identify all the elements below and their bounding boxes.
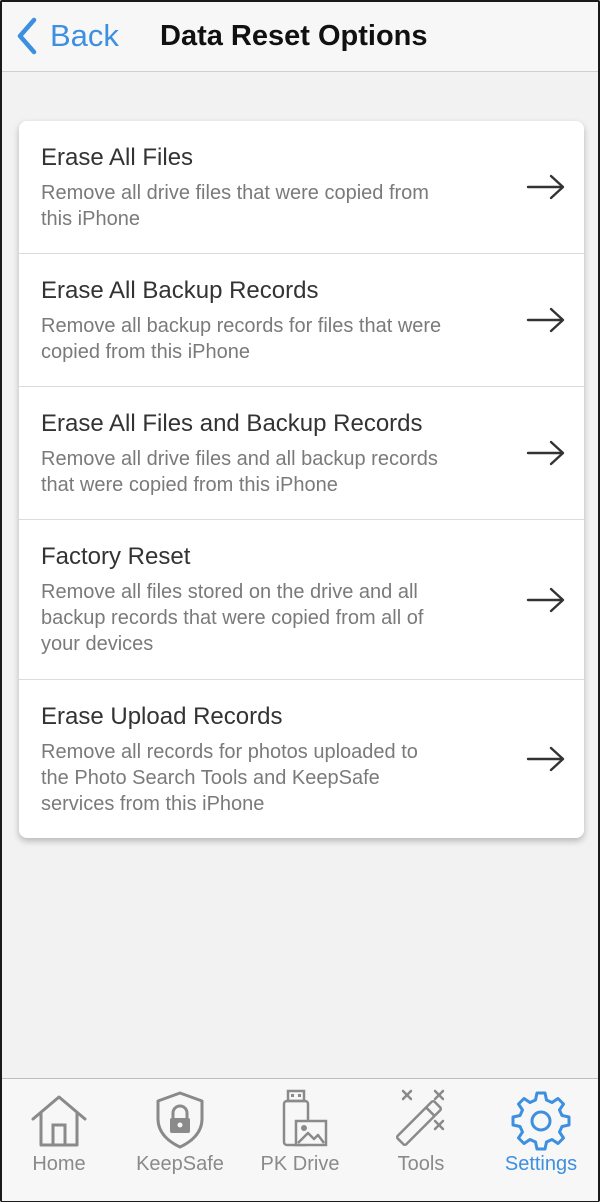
- option-description-line: backup records that were copied from all…: [41, 607, 424, 629]
- tab-tools[interactable]: Tools: [361, 1079, 481, 1201]
- back-button[interactable]: Back: [14, 16, 119, 56]
- tab-pk-drive[interactable]: PK Drive: [240, 1079, 360, 1201]
- tab-label: PK Drive: [260, 1153, 340, 1175]
- tab-label: KeepSafe: [136, 1153, 224, 1175]
- reset-options-list: Erase All Files Remove all drive files t…: [19, 121, 584, 838]
- option-description-line: the Photo Search Tools and KeepSafe: [41, 767, 380, 789]
- option-title: Erase All Files and Backup Records: [41, 410, 423, 437]
- arrow-right-icon: [526, 587, 565, 612]
- option-description: Remove all records for photos uploaded t…: [41, 739, 494, 817]
- home-icon: [31, 1095, 87, 1147]
- tab-label: Tools: [397, 1153, 445, 1175]
- tab-home[interactable]: Home: [0, 1079, 119, 1201]
- option-title: Factory Reset: [41, 543, 191, 570]
- option-description-line: Remove all drive files that were copied …: [41, 182, 429, 204]
- option-erase-all-files[interactable]: Erase All Files Remove all drive files t…: [19, 121, 584, 254]
- option-description: Remove all drive files that were copied …: [41, 180, 494, 232]
- gear-icon: [511, 1091, 571, 1151]
- back-label: Back: [50, 18, 119, 53]
- tab-label: Settings: [504, 1153, 578, 1175]
- navigation-bar: Back Data Reset Options: [2, 2, 598, 72]
- option-description-line: services from this iPhone: [41, 793, 265, 815]
- option-description-line: copied from this iPhone: [41, 341, 251, 363]
- arrow-right-icon: [526, 307, 565, 333]
- arrow-right-icon: [526, 174, 565, 200]
- option-description: Remove all files stored on the drive and…: [41, 579, 494, 657]
- option-description: Remove all backup records for files that…: [41, 313, 494, 365]
- option-erase-all-backup-records[interactable]: Erase All Backup Records Remove all back…: [19, 254, 584, 387]
- page-title: Data Reset Options: [160, 20, 428, 52]
- option-title: Erase All Backup Records: [41, 277, 319, 304]
- drive-photo-icon: [282, 1089, 328, 1147]
- option-erase-files-and-backup-records[interactable]: Erase All Files and Backup Records Remov…: [19, 387, 584, 520]
- option-erase-upload-records[interactable]: Erase Upload Records Remove all records …: [19, 680, 584, 838]
- magic-wand-icon: [395, 1089, 445, 1147]
- option-description-line: Remove all files stored on the drive and…: [41, 581, 418, 603]
- option-title: Erase Upload Records: [41, 703, 283, 730]
- option-description-line: this iPhone: [41, 208, 140, 230]
- option-description-line: Remove all backup records for files that…: [41, 315, 442, 337]
- option-description-line: Remove all drive files and all backup re…: [41, 448, 438, 470]
- tab-keepsafe[interactable]: KeepSafe: [120, 1079, 240, 1201]
- tab-label: Home: [32, 1153, 86, 1175]
- option-description-line: Remove all records for photos uploaded t…: [41, 741, 418, 763]
- shield-lock-icon: [156, 1091, 204, 1149]
- app-frame: Back Data Reset Options Erase All Files …: [0, 0, 600, 1202]
- option-title: Erase All Files: [41, 144, 194, 171]
- option-description-line: your devices: [41, 633, 154, 655]
- arrow-right-icon: [526, 746, 565, 772]
- tab-settings[interactable]: Settings: [481, 1079, 600, 1201]
- option-description: Remove all drive files and all backup re…: [41, 446, 494, 498]
- option-description-line: that were copied from this iPhone: [41, 474, 338, 496]
- chevron-left-icon: [17, 17, 37, 55]
- tab-bar: Home KeepSafe PK Drive Tools Settings: [2, 1078, 598, 1201]
- arrow-right-icon: [526, 440, 565, 466]
- option-factory-reset[interactable]: Factory Reset Remove all files stored on…: [19, 520, 584, 680]
